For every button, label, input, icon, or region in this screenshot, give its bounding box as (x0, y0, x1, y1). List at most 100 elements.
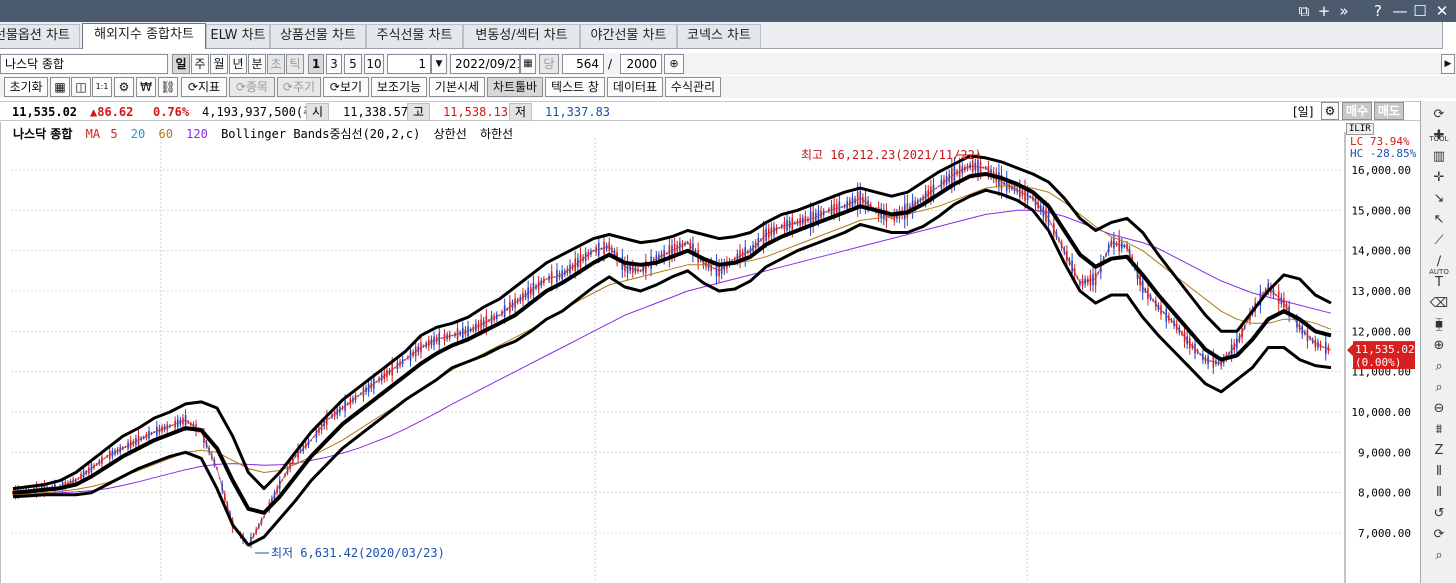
period-minute-button[interactable]: 분 (248, 54, 266, 74)
count-5-button[interactable]: 5 (344, 54, 362, 74)
date-input[interactable]: 2022/09/21 (450, 54, 520, 74)
bars-icon[interactable]: ⦀ (1427, 462, 1451, 482)
currency-button[interactable]: ₩ (136, 77, 156, 97)
eraser-icon[interactable]: ⌫ (1427, 294, 1451, 314)
formula-button[interactable]: 수식관리 (665, 77, 721, 97)
reset-button[interactable]: 초기화 (4, 77, 48, 97)
ytick-label: 13,000.00 (1351, 285, 1411, 298)
legend-symbol-name: 나스닥 종합 (13, 127, 73, 141)
legend-lower: 하한선 (479, 127, 514, 141)
tab-commodity-futures[interactable]: 상품선물 차트 (270, 24, 366, 48)
bars-wide-icon[interactable]: ⦀ (1427, 483, 1451, 503)
undo-icon[interactable]: ↺ (1427, 504, 1451, 524)
zoom-search-button[interactable]: ⊕ (664, 54, 684, 74)
symbol-field[interactable]: 나스닥 종합 (0, 54, 168, 74)
zoom-in-icon[interactable]: ⊕ (1427, 336, 1451, 356)
settings-button[interactable]: ⚙ (114, 77, 134, 97)
count-1-button[interactable]: 1 (308, 54, 324, 74)
indicator-button[interactable]: ⟳지표 (181, 77, 227, 97)
current-price-pointer (1347, 344, 1353, 357)
tab-overseas-index[interactable]: 해외지수 종합차트 (82, 23, 206, 49)
toolbar-row-2: 초기화 ▦ ◫ 1:1 ⚙ ₩ ⛓ ⟳지표 ⟳종목 ⟳주기 ⟳보기 보조기능 기… (0, 76, 1456, 98)
dang-button[interactable]: 당 (539, 54, 559, 74)
aux-function-button[interactable]: 보조기능 (371, 77, 427, 97)
bar-pattern-icon[interactable]: ⩩ (1427, 420, 1451, 440)
period-day-button[interactable]: 일 (172, 54, 190, 74)
zoom-out-icon[interactable]: ⊖ (1427, 399, 1451, 419)
chevron-down-icon: ▼ (435, 59, 443, 69)
low-value: 11,337.83 (545, 105, 611, 119)
view-button[interactable]: ⟳보기 (323, 77, 369, 97)
calendar-button[interactable]: ▦ (520, 54, 536, 74)
tab-elw[interactable]: ELW 차트 (206, 24, 270, 48)
price-chart[interactable]: 7,000.008,000.009,000.0010,000.0011,000.… (1, 122, 1420, 583)
cycle-button[interactable]: ⟳주기 (277, 77, 321, 97)
tab-bar-edge (1442, 22, 1456, 49)
cursor-icon[interactable]: ↖ (1427, 210, 1451, 230)
link-button[interactable]: ⛓ (158, 77, 178, 97)
interval-dropdown[interactable]: ▼ (431, 54, 447, 74)
minimize-icon[interactable]: — (1389, 1, 1411, 21)
magnify-icon[interactable]: ⌕ (1427, 357, 1451, 377)
period-month-button[interactable]: 월 (210, 54, 228, 74)
refresh-small-icon: ⟳ (187, 80, 198, 94)
grid-layout-button[interactable]: ▦ (50, 77, 70, 97)
legend-ma20: 20 (130, 127, 146, 141)
period-second-button[interactable]: 초 (267, 54, 285, 74)
plus-icon[interactable]: + (1313, 1, 1335, 21)
buy-button[interactable]: 매수 (1342, 102, 1372, 120)
item-button[interactable]: ⟳종목 (229, 77, 275, 97)
chart-bar-icon[interactable]: ▥ (1427, 147, 1451, 167)
open-value: 11,338.57 (343, 105, 409, 119)
basic-quote-button[interactable]: 기본시세 (429, 77, 485, 97)
chart-settings-button[interactable]: ⚙ (1321, 102, 1339, 120)
grid-icon: ▦ (54, 80, 66, 94)
refresh-icon[interactable]: ⟳ (1427, 525, 1451, 545)
tab-night-futures[interactable]: 야간선물 차트 (580, 24, 677, 48)
tab-stock-futures[interactable]: 주식선물 차트 (366, 24, 463, 48)
low-annotation: 최저 6,631.42(2020/03/23) (271, 546, 445, 560)
ytick-label: 7,000.00 (1358, 527, 1411, 540)
split-layout-button[interactable]: ◫ (71, 77, 91, 97)
data-table-button[interactable]: 데이터표 (607, 77, 663, 97)
mini-buttons[interactable]: ILIR (1346, 123, 1374, 135)
period-week-button[interactable]: 주 (191, 54, 209, 74)
count-3-button[interactable]: 3 (326, 54, 342, 74)
display-count-input[interactable]: 564 (562, 54, 604, 74)
crosshair-icon[interactable]: ✛ (1427, 168, 1451, 188)
magnify-chart-icon[interactable]: ⌕ (1427, 378, 1451, 398)
period-year-button[interactable]: 년 (229, 54, 247, 74)
more-icon[interactable]: » (1333, 1, 1355, 21)
current-price-tag-pct: (0.00%) (1355, 356, 1401, 369)
tab-futures-options[interactable]: 선물옵션 차트 (0, 24, 80, 48)
scroll-right-button[interactable]: ▶ (1441, 54, 1455, 74)
count-10-button[interactable]: 10 (364, 54, 384, 74)
title-bar: ⧉ + » ? — ☐ ✕ (0, 0, 1456, 22)
chart-toolbar-button[interactable]: 차트툴바 (487, 77, 543, 97)
z-icon[interactable]: Z (1427, 441, 1451, 461)
refresh-small-icon: ⟳ (235, 80, 246, 94)
chart-area[interactable]: 7,000.00 8,000.00 9,000.00 10,000.00 11,000.… (0, 122, 1420, 583)
tab-bar: 선물옵션 차트 해외지수 종합차트 ELW 차트 상품선물 차트 주식선물 차트… (0, 22, 1456, 49)
text-tool-icon[interactable]: T (1427, 273, 1451, 293)
interval-input[interactable]: 1 (387, 54, 431, 74)
sell-button[interactable]: 매도 (1374, 102, 1404, 120)
trend-line-icon[interactable]: ⟋ (1427, 231, 1451, 251)
window-icon[interactable]: ⧉ (1293, 1, 1315, 21)
ytick-label: 14,000.00 (1351, 245, 1411, 258)
split-icon: ◫ (75, 80, 87, 94)
search-icon[interactable]: ⌕ (1427, 546, 1451, 566)
text-window-button[interactable]: 텍스트 창 (545, 77, 605, 97)
cycle-icon[interactable]: ⟳ (1427, 105, 1451, 125)
maximize-icon[interactable]: ☐ (1409, 1, 1431, 21)
one-to-one-button[interactable]: 1:1 (92, 77, 112, 97)
tab-konex[interactable]: 코넥스 차트 (677, 24, 761, 48)
candle-icon[interactable]: ⧯ (1427, 315, 1451, 335)
arrow-tool-icon[interactable]: ↘ (1427, 189, 1451, 209)
period-tick-button[interactable]: 틱 (286, 54, 304, 74)
help-icon[interactable]: ? (1367, 1, 1389, 21)
legend-bollinger: Bollinger Bands중심선(20,2,c) (221, 127, 421, 141)
tab-volatility-sector[interactable]: 변동성/섹터 차트 (463, 24, 580, 48)
total-count-input[interactable]: 2000 (620, 54, 662, 74)
close-icon[interactable]: ✕ (1431, 1, 1453, 21)
